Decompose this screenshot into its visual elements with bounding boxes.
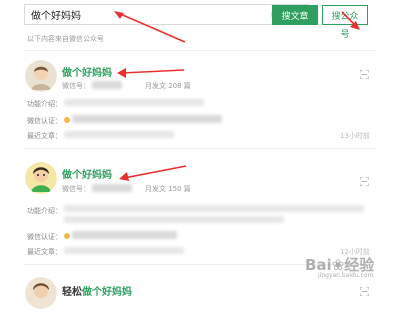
annotation-arrows <box>114 11 360 181</box>
